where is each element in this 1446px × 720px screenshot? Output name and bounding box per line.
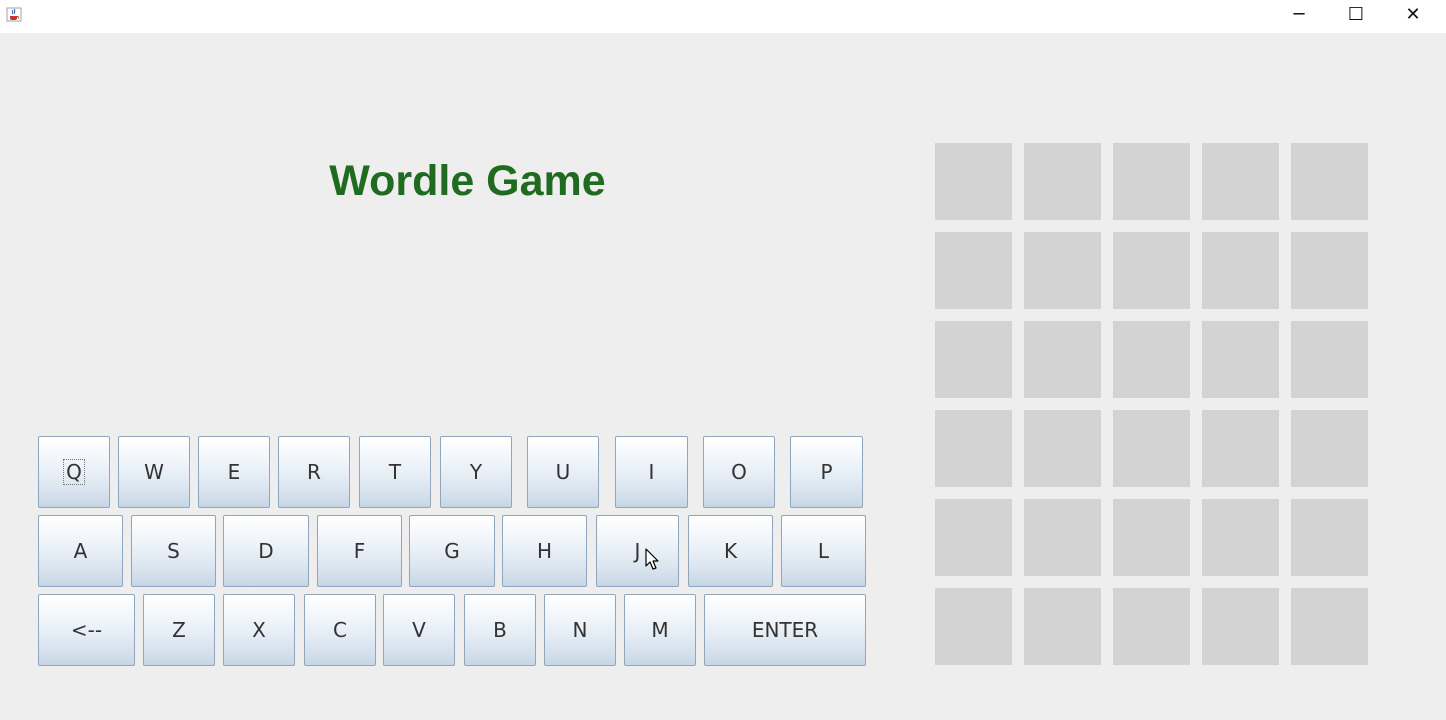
key-w[interactable]: W <box>118 436 190 508</box>
key-o[interactable]: O <box>703 436 775 508</box>
key-label: J <box>634 539 641 563</box>
key-label: <-- <box>70 618 103 642</box>
board-cell <box>1024 321 1101 398</box>
board-cell <box>1113 499 1190 576</box>
mouse-pointer-icon <box>645 548 659 570</box>
key-label: W <box>144 460 164 484</box>
board-cell <box>1113 143 1190 220</box>
board-cell <box>1291 410 1368 487</box>
board-cell <box>1113 232 1190 309</box>
board-cell <box>1291 588 1368 665</box>
key-label: R <box>307 460 321 484</box>
key-m[interactable]: M <box>624 594 696 666</box>
close-button[interactable]: ✕ <box>1390 0 1436 28</box>
board-cell <box>935 143 1012 220</box>
key-j[interactable]: J <box>596 515 679 587</box>
board-cell <box>1024 588 1101 665</box>
java-cup-icon[interactable] <box>6 6 22 22</box>
key-label: Q <box>63 459 85 485</box>
key-label: P <box>820 460 833 484</box>
board-cell <box>935 232 1012 309</box>
enter-key[interactable]: ENTER <box>704 594 866 666</box>
key-b[interactable]: B <box>464 594 536 666</box>
board-cell <box>1024 232 1101 309</box>
key-label: C <box>333 618 347 642</box>
key-label: Z <box>172 618 186 642</box>
key-a[interactable]: A <box>38 515 123 587</box>
key-label: D <box>258 539 274 563</box>
key-label: B <box>493 618 507 642</box>
key-label: O <box>731 460 747 484</box>
game-title: Wordle Game <box>329 157 606 205</box>
board-cell <box>1202 232 1279 309</box>
key-label: V <box>412 618 426 642</box>
board-cell <box>1113 588 1190 665</box>
board-cell <box>935 588 1012 665</box>
key-label: U <box>555 460 571 484</box>
minimize-button[interactable]: ─ <box>1276 0 1322 28</box>
key-label: K <box>723 539 738 563</box>
board-cell <box>1113 410 1190 487</box>
board-cell <box>1291 321 1368 398</box>
key-label: E <box>227 460 241 484</box>
board-cell <box>1202 143 1279 220</box>
board-cell <box>935 410 1012 487</box>
key-q[interactable]: Q <box>38 436 110 508</box>
key-y[interactable]: Y <box>440 436 512 508</box>
key-label: A <box>73 539 88 563</box>
window-title-bar: ─ ☐ ✕ <box>0 0 1446 33</box>
key-s[interactable]: S <box>131 515 216 587</box>
board-cell <box>1291 232 1368 309</box>
key-label: F <box>353 539 366 563</box>
backspace-key[interactable]: <-- <box>38 594 135 666</box>
key-v[interactable]: V <box>383 594 455 666</box>
board-cell <box>1024 499 1101 576</box>
key-f[interactable]: F <box>317 515 402 587</box>
key-label: G <box>444 539 460 563</box>
key-u[interactable]: U <box>527 436 599 508</box>
key-label: X <box>252 618 266 642</box>
key-d[interactable]: D <box>223 515 309 587</box>
board-cell <box>1291 143 1368 220</box>
key-i[interactable]: I <box>615 436 688 508</box>
board-cell <box>1291 499 1368 576</box>
board-cell <box>935 321 1012 398</box>
key-k[interactable]: K <box>688 515 773 587</box>
board-cell <box>1202 499 1279 576</box>
key-n[interactable]: N <box>544 594 616 666</box>
board-cell <box>1202 410 1279 487</box>
key-r[interactable]: R <box>278 436 350 508</box>
board-cell <box>1113 321 1190 398</box>
key-t[interactable]: T <box>359 436 431 508</box>
key-label: N <box>572 618 588 642</box>
board-cell <box>1024 143 1101 220</box>
key-e[interactable]: E <box>198 436 270 508</box>
key-label: M <box>651 618 669 642</box>
key-label: S <box>167 539 180 563</box>
key-g[interactable]: G <box>409 515 495 587</box>
board-cell <box>1202 588 1279 665</box>
key-p[interactable]: P <box>790 436 863 508</box>
key-x[interactable]: X <box>223 594 295 666</box>
key-label: I <box>648 460 655 484</box>
key-l[interactable]: L <box>781 515 866 587</box>
key-label: T <box>388 460 402 484</box>
key-c[interactable]: C <box>304 594 376 666</box>
maximize-button[interactable]: ☐ <box>1333 0 1379 28</box>
key-label: L <box>817 539 830 563</box>
board-cell <box>1202 321 1279 398</box>
board-cell <box>935 499 1012 576</box>
board-cell <box>1024 410 1101 487</box>
key-label: ENTER <box>751 618 819 642</box>
key-z[interactable]: Z <box>143 594 215 666</box>
key-label: Y <box>469 460 483 484</box>
key-h[interactable]: H <box>502 515 587 587</box>
key-label: H <box>536 539 553 563</box>
